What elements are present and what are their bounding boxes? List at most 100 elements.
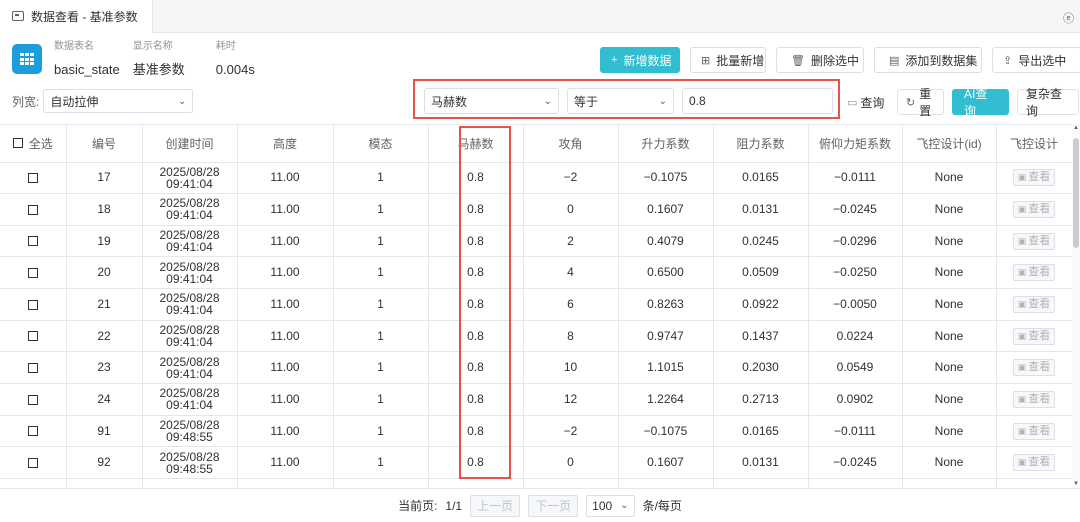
header-aoa[interactable]: 攻角 xyxy=(523,125,619,163)
select-all-header[interactable]: 全选 xyxy=(0,125,67,163)
flight-control-view-cell: ▣ 查看 xyxy=(996,288,1072,321)
scroll-up-icon[interactable]: ▲ xyxy=(1073,125,1079,131)
plus-icon: + xyxy=(611,54,618,66)
row-select-cell[interactable] xyxy=(0,478,67,488)
view-button[interactable]: ▣ 查看 xyxy=(1012,232,1056,250)
prev-page-button[interactable]: 上一页 xyxy=(470,494,521,517)
header-flight-control[interactable]: 飞控设计 xyxy=(996,125,1072,163)
export-selected-button[interactable]: ⇪ 导出选中 xyxy=(992,47,1080,73)
table-row[interactable]: 21 2025/08/28 09:41:04 11.00 1 0.8 6 0.8263 0.09… xyxy=(0,288,1072,321)
ai-query-button[interactable]: AI查询 xyxy=(952,87,1009,118)
height-cell xyxy=(237,478,334,488)
table-row[interactable]: 17 2025/08/28 09:41:04 11.00 1 0.8 −2 −0.1075 0.… xyxy=(0,162,1072,195)
row-checkbox[interactable] xyxy=(27,363,38,374)
row-checkbox[interactable] xyxy=(27,331,38,342)
header-height[interactable]: 高度 xyxy=(237,125,334,163)
table-row[interactable]: 92 2025/08/28 09:48:55 11.00 1 0.8 0 0.1607 0.01… xyxy=(0,446,1072,480)
window-menu-icon[interactable]: ⓔ xyxy=(1063,10,1074,26)
view-button[interactable]: ▣ 查看 xyxy=(1012,169,1056,187)
created-clock-time: 09:48:55 xyxy=(166,430,213,445)
table-row[interactable]: 24 2025/08/28 09:41:04 11.00 1 0.8 12 1.2264 0.2… xyxy=(0,383,1072,416)
created-time: 2025/08/28 09:48:55 xyxy=(142,415,238,448)
row-select-cell[interactable] xyxy=(0,288,67,321)
row-checkbox[interactable] xyxy=(27,204,38,215)
row-checkbox[interactable] xyxy=(27,268,38,279)
row-select-cell[interactable] xyxy=(0,320,67,353)
lift-coefficient-cell: 0.6500 xyxy=(618,256,714,290)
filter-field-select[interactable]: 马赫数 ⌄ xyxy=(424,88,559,114)
column-width-control: 列宽: 自动拉伸 ⌄ xyxy=(12,89,194,113)
table-row[interactable]: 2025/08/28 xyxy=(0,478,1072,488)
export-icon: ⇪ xyxy=(1003,54,1013,67)
view-button[interactable]: ▣ 查看 xyxy=(1012,200,1056,218)
row-select-cell[interactable] xyxy=(0,256,67,290)
row-checkbox[interactable] xyxy=(27,236,38,247)
header-flight-control-id[interactable]: 飞控设计(id) xyxy=(902,125,997,163)
view-button[interactable]: ▣ 查看 xyxy=(1012,390,1056,408)
add-to-dataset-button[interactable]: ▤ 添加到数据集 xyxy=(874,47,982,73)
select-all-checkbox[interactable] xyxy=(12,138,23,149)
pitch-moment-cell: 0.0549 xyxy=(808,351,903,385)
header-lift-coefficient[interactable]: 升力系数 xyxy=(618,125,714,163)
row-id: 20 xyxy=(66,256,143,290)
row-select-cell[interactable] xyxy=(0,446,67,480)
header-mode[interactable]: 模态 xyxy=(333,125,429,163)
view-button[interactable]: ▣ 查看 xyxy=(1012,295,1056,313)
delete-selected-button[interactable]: 🗑 删除选中 xyxy=(776,47,864,73)
mode-cell: 1 xyxy=(333,162,429,195)
view-button[interactable]: ▣ 查看 xyxy=(1012,327,1056,345)
view-button[interactable]: ▣ 查看 xyxy=(1012,454,1056,472)
header-mach[interactable]: 马赫数 xyxy=(428,125,524,163)
table-row[interactable]: 18 2025/08/28 09:41:04 11.00 1 0.8 0 0.1607 0.01… xyxy=(0,193,1072,226)
row-select-cell[interactable] xyxy=(0,225,67,258)
pitch-moment-cell: −0.0111 xyxy=(808,162,903,195)
row-checkbox[interactable] xyxy=(27,173,38,184)
header-id[interactable]: 编号 xyxy=(66,125,143,163)
table-row[interactable]: 22 2025/08/28 09:41:04 11.00 1 0.8 8 0.9747 0.14… xyxy=(0,320,1072,353)
reset-button[interactable]: ↻ 重置 xyxy=(897,87,944,118)
scroll-down-icon[interactable]: ▼ xyxy=(1073,481,1079,487)
table-name: basic_state xyxy=(54,62,120,77)
drag-coefficient-cell: 0.2713 xyxy=(713,383,809,416)
column-width-select[interactable]: 自动拉伸 ⌄ xyxy=(43,89,194,113)
table-row[interactable]: 23 2025/08/28 09:41:04 11.00 1 0.8 10 1.1015 0.2… xyxy=(0,351,1072,385)
batch-add-button[interactable]: ⊞ 批量新增 xyxy=(690,47,766,73)
mode-cell: 1 xyxy=(333,351,429,385)
header-created-time[interactable]: 创建时间 xyxy=(142,125,238,163)
view-icon: ▣ xyxy=(1017,267,1027,278)
current-page: 1/1 xyxy=(445,498,463,513)
header-pitch-moment-coefficient[interactable]: 俯仰力矩系数 xyxy=(808,125,903,163)
header-drag-coefficient[interactable]: 阻力系数 xyxy=(713,125,809,163)
row-select-cell[interactable] xyxy=(0,415,67,448)
aoa-cell: 6 xyxy=(523,288,619,321)
row-select-cell[interactable] xyxy=(0,383,67,416)
row-checkbox[interactable] xyxy=(27,426,38,437)
query-button[interactable]: ▭ 查询 xyxy=(847,89,884,115)
view-button[interactable]: ▣ 查看 xyxy=(1012,422,1056,440)
table-row[interactable]: 91 2025/08/28 09:48:55 11.00 1 0.8 −2 −0.1075 0.… xyxy=(0,415,1072,448)
row-checkbox[interactable] xyxy=(27,394,38,405)
current-page-label: 当前页: xyxy=(398,499,438,513)
created-time: 2025/08/28 09:41:04 xyxy=(142,256,238,290)
next-page-button[interactable]: 下一页 xyxy=(528,494,579,517)
row-select-cell[interactable] xyxy=(0,162,67,195)
view-icon: ▣ xyxy=(1017,330,1027,341)
add-data-button[interactable]: + 新增数据 xyxy=(600,47,680,73)
vertical-scrollbar[interactable]: ▲ ▼ xyxy=(1072,124,1080,488)
row-checkbox[interactable] xyxy=(27,299,38,310)
row-checkbox[interactable] xyxy=(27,458,38,469)
scrollbar-thumb[interactable] xyxy=(1073,138,1079,248)
tab-data-view[interactable]: 数据查看 - 基准参数 xyxy=(0,0,153,33)
complex-query-button[interactable]: 复杂查询 xyxy=(1017,87,1079,118)
view-button[interactable]: ▣ 查看 xyxy=(1012,264,1056,282)
view-button[interactable]: ▣ 查看 xyxy=(1012,359,1056,377)
mode-cell: 1 xyxy=(333,288,429,321)
row-select-cell[interactable] xyxy=(0,193,67,226)
row-select-cell[interactable] xyxy=(0,351,67,385)
table-row[interactable]: 20 2025/08/28 09:41:04 11.00 1 0.8 4 0.6500 0.05… xyxy=(0,256,1072,290)
table-row[interactable]: 19 2025/08/28 09:41:04 11.00 1 0.8 2 0.4079 0.02… xyxy=(0,225,1072,258)
page-size-select[interactable]: 100 ⌄ xyxy=(586,494,635,517)
flight-control-view-cell: ▣ 查看 xyxy=(996,162,1072,195)
filter-operator-select[interactable]: 等于 ⌄ xyxy=(567,88,674,114)
filter-value-input[interactable]: 0.8 xyxy=(682,88,833,114)
